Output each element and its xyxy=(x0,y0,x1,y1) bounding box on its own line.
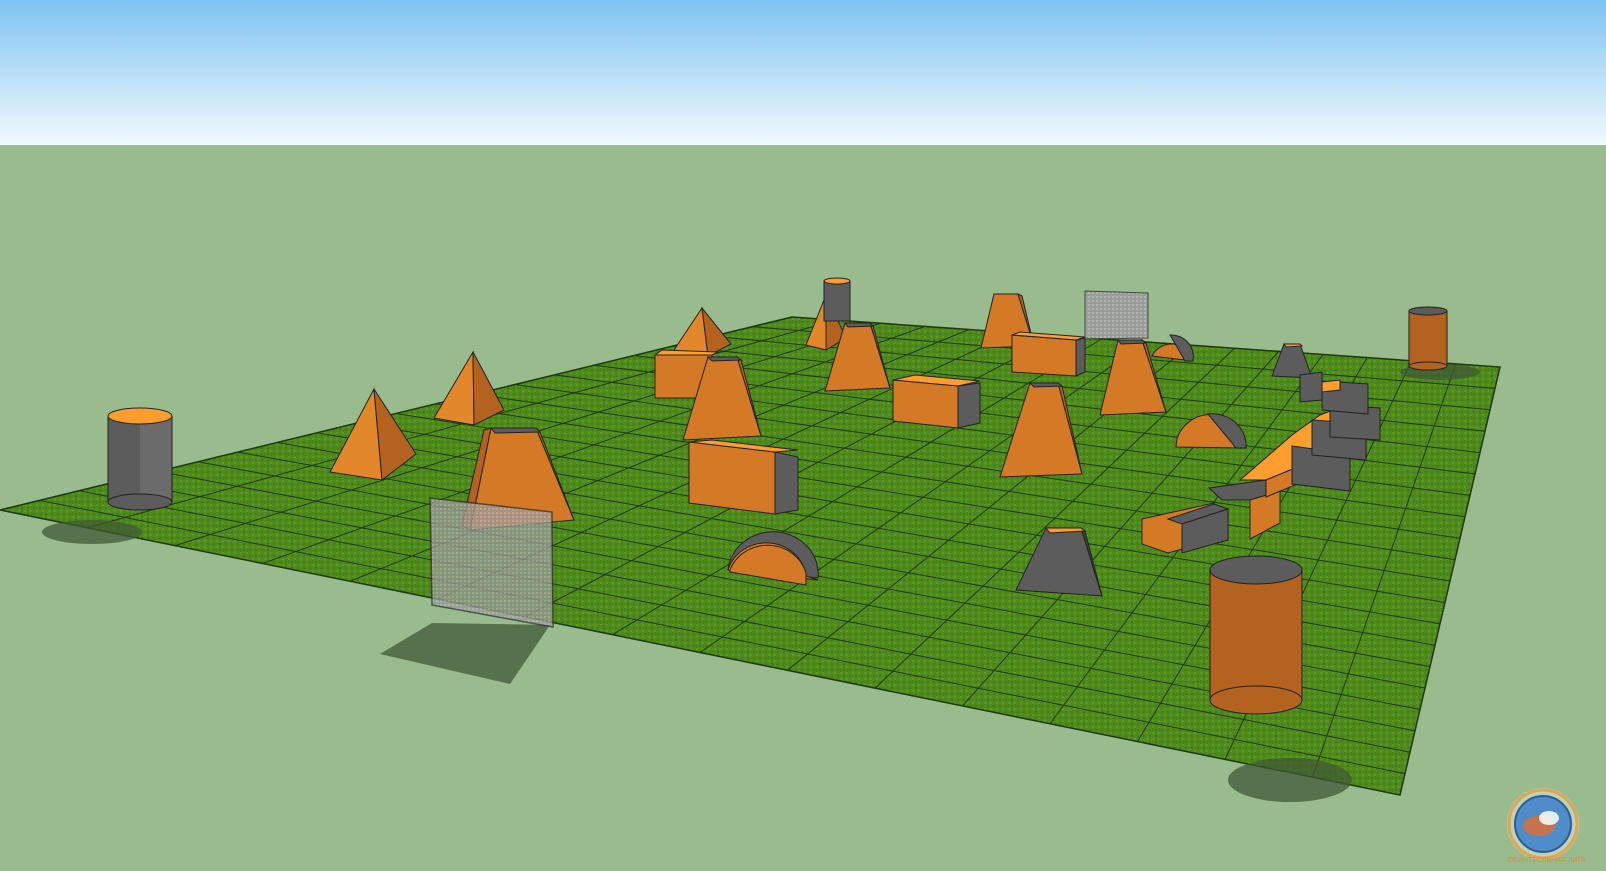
glass-panel-obstacle[interactable] xyxy=(429,497,554,628)
cylinder-obstacle[interactable] xyxy=(1408,306,1448,371)
glass-panel-obstacle[interactable] xyxy=(1084,290,1149,340)
scene-canvas[interactable]: ПЕЙНТБОЛЬНАЯ ЛИГА xyxy=(0,0,1606,871)
cylinder-obstacle[interactable] xyxy=(823,277,851,322)
box-obstacle[interactable] xyxy=(892,374,981,429)
box-obstacle[interactable] xyxy=(1011,331,1086,377)
globe-seal-icon xyxy=(1507,788,1579,860)
3d-viewport[interactable]: ПЕЙНТБОЛЬНАЯ ЛИГА xyxy=(0,0,1606,871)
cylinder-obstacle[interactable] xyxy=(107,407,173,511)
sky xyxy=(0,0,1606,145)
cylinder-obstacle[interactable] xyxy=(1209,555,1303,715)
watermark-text: ПЕЙНТБОЛЬНАЯ ЛИГА xyxy=(1508,855,1586,864)
box-obstacle[interactable] xyxy=(688,439,799,515)
